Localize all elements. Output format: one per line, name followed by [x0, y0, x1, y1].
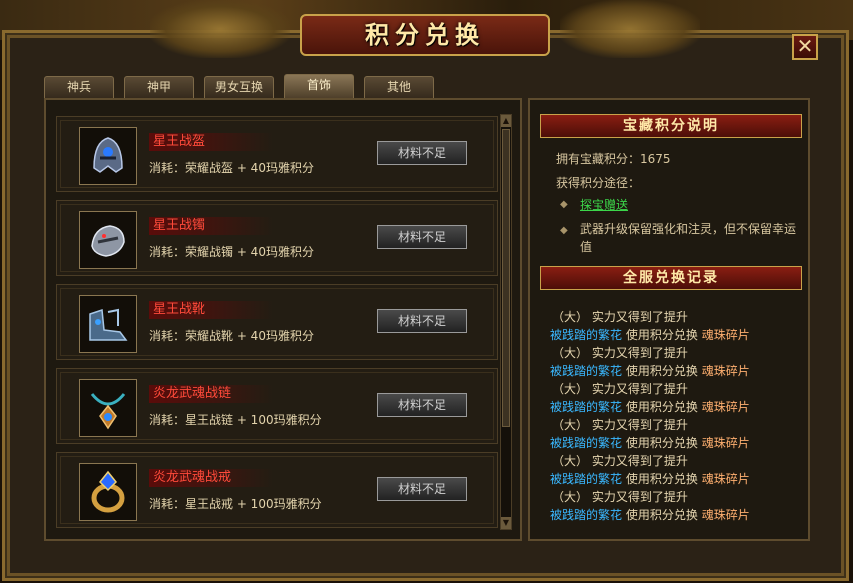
way-upgrade-text: 武器升级保留强化和注灵，但不保留幸运值 [580, 222, 797, 254]
exchange-button[interactable]: 材料不足 [377, 309, 467, 333]
item-list-panel: 星王战盔 消耗：荣耀战盔 + 40玛雅积分 材料不足 星王战镯 消耗：荣耀战镯 … [44, 98, 522, 541]
record-line: 被践踏的繁花 使用积分兑换 魂珠碎片 [550, 436, 750, 450]
exchange-button[interactable]: 材料不足 [377, 393, 467, 417]
window-title: 积分兑换 [300, 14, 550, 56]
exchange-button[interactable]: 材料不足 [377, 477, 467, 501]
item-cost: 消耗：星王战戒 + 100玛雅积分 [149, 497, 322, 511]
record-line: 被践踏的繁花 使用积分兑换 魂珠碎片 [550, 472, 750, 486]
item-list-scrollbar[interactable]: ▲ ▼ [500, 114, 512, 530]
list-item: 炎龙武魂战戒 消耗：星王战戒 + 100玛雅积分 材料不足 [56, 452, 498, 528]
diamond-bullet-icon: ◆ [560, 199, 568, 210]
list-item: 星王战镯 消耗：荣耀战镯 + 40玛雅积分 材料不足 [56, 200, 498, 276]
exchange-button[interactable]: 材料不足 [377, 141, 467, 165]
item-name: 星王战盔 [149, 133, 273, 151]
record-line: （大） 实力又得到了提升 [552, 418, 688, 432]
necklace-icon [79, 379, 137, 437]
list-item: 星王战靴 消耗：荣耀战靴 + 40玛雅积分 材料不足 [56, 284, 498, 360]
item-name: 炎龙武魂战戒 [149, 469, 273, 487]
diamond-bullet-icon: ◆ [560, 225, 568, 236]
tab-other[interactable]: 其他 [364, 76, 434, 98]
helmet-icon [79, 127, 137, 185]
ring-icon [79, 463, 137, 521]
record-line: 被践踏的繁花 使用积分兑换 魂珠碎片 [550, 508, 750, 522]
item-cost: 消耗：荣耀战盔 + 40玛雅积分 [149, 161, 314, 175]
points-balance: 拥有宝藏积分：1675 [556, 152, 671, 166]
record-line: （大） 实力又得到了提升 [552, 454, 688, 468]
item-cost: 消耗：荣耀战靴 + 40玛雅积分 [149, 329, 314, 343]
tab-weapon[interactable]: 神兵 [44, 76, 114, 98]
list-item: 星王战盔 消耗：荣耀战盔 + 40玛雅积分 材料不足 [56, 116, 498, 192]
item-name: 星王战靴 [149, 301, 273, 319]
record-line: 被践踏的繁花 使用积分兑换 魂珠碎片 [550, 400, 750, 414]
item-cost: 消耗：荣耀战镯 + 40玛雅积分 [149, 245, 314, 259]
dragon-ornament-right [560, 0, 700, 58]
tab-armor[interactable]: 神甲 [124, 76, 194, 98]
item-name: 星王战镯 [149, 217, 273, 235]
records-title: 全服兑换记录 [540, 266, 802, 290]
record-line: 被践踏的繁花 使用积分兑换 魂珠碎片 [550, 328, 750, 342]
record-line: （大） 实力又得到了提升 [552, 490, 688, 504]
close-icon[interactable]: ✕ [792, 34, 818, 60]
scroll-thumb[interactable] [502, 129, 510, 427]
exchange-button[interactable]: 材料不足 [377, 225, 467, 249]
scroll-down-icon[interactable]: ▼ [501, 517, 511, 529]
boots-icon [79, 295, 137, 353]
bracelet-icon [79, 211, 137, 269]
list-item: 炎龙武魂战链 消耗：星王战链 + 100玛雅积分 材料不足 [56, 368, 498, 444]
ways-label: 获得积分途径： [556, 176, 641, 190]
tab-gender-swap[interactable]: 男女互换 [204, 76, 274, 98]
scroll-up-icon[interactable]: ▲ [501, 115, 511, 127]
record-line: （大） 实力又得到了提升 [552, 346, 688, 360]
info-panel: 宝藏积分说明 拥有宝藏积分：1675 获得积分途径： ◆ 探宝赠送 ◆ 武器升级… [528, 98, 810, 541]
record-line: （大） 实力又得到了提升 [552, 382, 688, 396]
points-info-title: 宝藏积分说明 [540, 114, 802, 138]
tab-jewelry[interactable]: 首饰 [284, 74, 354, 98]
record-line: （大） 实力又得到了提升 [552, 310, 688, 324]
dragon-ornament-left [150, 0, 290, 58]
record-line: 被践踏的繁花 使用积分兑换 魂珠碎片 [550, 364, 750, 378]
item-cost: 消耗：星王战链 + 100玛雅积分 [149, 413, 322, 427]
treasure-gift-link[interactable]: 探宝赠送 [580, 196, 628, 213]
item-name: 炎龙武魂战链 [149, 385, 273, 403]
